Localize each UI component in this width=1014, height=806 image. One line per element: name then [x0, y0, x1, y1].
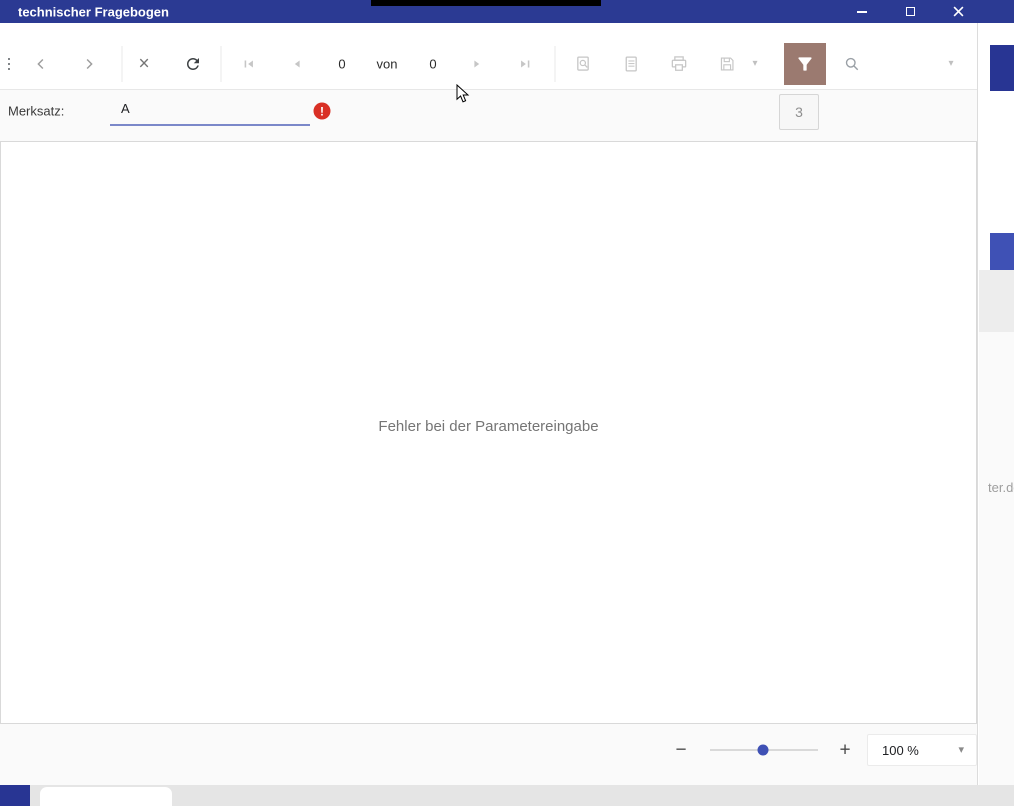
minimize-icon [857, 10, 867, 13]
parameter-count-button[interactable]: 3 [779, 94, 819, 130]
parameter-row: Merksatz: ! 3 [0, 90, 977, 141]
previous-page-icon [294, 60, 300, 68]
background-tab [40, 787, 172, 806]
forward-button[interactable] [80, 55, 98, 73]
minimize-button[interactable] [838, 0, 886, 23]
parameter-error-icon: ! [313, 102, 331, 120]
report-viewer-dialog: ⋮ × 0 von 0 ▾ ▾ Merksatz: A ! 3 Fehler b… [0, 23, 978, 785]
current-page-field[interactable]: 0 [338, 58, 345, 71]
background-url-fragment: ter.de [988, 480, 1014, 495]
maximize-icon [905, 7, 915, 16]
refresh-icon [186, 58, 199, 70]
zoom-slider-thumb[interactable] [757, 744, 769, 756]
filter-button[interactable] [784, 43, 826, 85]
search-icon [845, 57, 859, 71]
chevron-down-icon: ▾ [948, 58, 954, 69]
chevron-left-icon [37, 58, 44, 70]
printer-icon [671, 56, 687, 71]
mouse-cursor [456, 84, 470, 103]
close-icon [953, 6, 963, 17]
search-dropdown-button[interactable]: ▾ [948, 59, 953, 69]
page-setup-button[interactable] [622, 55, 641, 74]
error-message: Fehler bei der Parametereingabe [378, 418, 599, 435]
last-page-button[interactable] [518, 57, 532, 71]
print-preview-icon [577, 56, 589, 71]
kebab-menu-icon: ⋮ [1, 55, 17, 73]
next-page-button[interactable] [470, 57, 484, 71]
toolbar-separator [220, 46, 222, 82]
chevron-down-icon: ▾ [958, 743, 964, 756]
export-save-button[interactable] [718, 55, 737, 74]
background-block-dark [990, 45, 1014, 91]
zoom-in-button[interactable]: + [839, 741, 850, 760]
total-pages-field[interactable]: 0 [429, 58, 436, 71]
close-button[interactable] [934, 0, 982, 23]
previous-page-button[interactable] [290, 57, 304, 71]
search-button[interactable] [843, 55, 861, 73]
window-title: technischer Fragebogen [18, 4, 169, 19]
toolbar-separator [554, 46, 556, 82]
background-black-strip [371, 0, 601, 6]
chevron-right-icon [86, 58, 93, 70]
back-button[interactable] [32, 55, 50, 73]
print-preview-button[interactable] [574, 55, 593, 74]
report-content-area: Fehler bei der Parametereingabe [0, 141, 977, 724]
merksatz-input[interactable] [110, 93, 310, 126]
plus-icon: + [839, 739, 851, 761]
first-page-button[interactable] [242, 57, 256, 71]
background-strip-gray [979, 270, 1014, 332]
zoom-level-select[interactable]: 100 % ▾ [867, 734, 977, 766]
toolbar-separator [121, 46, 123, 82]
background-corner-navy [0, 785, 30, 806]
first-page-icon [244, 60, 253, 68]
pages-of-label: von [376, 56, 398, 72]
zoom-level-value: 100 % [882, 742, 919, 758]
more-menu-button[interactable]: ⋮ [2, 57, 17, 72]
window-controls [838, 0, 982, 23]
cancel-loading-button[interactable]: × [138, 55, 149, 74]
zoom-bar: − + 100 % ▾ [0, 724, 977, 785]
filter-icon [798, 57, 812, 71]
last-page-icon [521, 60, 530, 68]
maximize-button[interactable] [886, 0, 934, 23]
background-app-right: ter.de [979, 23, 1014, 785]
report-toolbar: ⋮ × 0 von 0 ▾ ▾ [0, 23, 977, 90]
background-bottom-strip [0, 785, 1014, 806]
save-icon [720, 57, 734, 71]
next-page-icon [474, 60, 480, 68]
zoom-out-button[interactable]: − [675, 741, 686, 760]
minus-icon: − [675, 739, 687, 761]
app-screen: ter.de technischer Fragebogen ⋮ [0, 0, 1014, 806]
background-block-blue [990, 233, 1014, 270]
chevron-down-icon: ▾ [752, 58, 758, 69]
merksatz-label: Merksatz: [8, 103, 65, 119]
print-button[interactable] [669, 54, 689, 74]
refresh-button[interactable] [184, 55, 202, 73]
export-dropdown-button[interactable]: ▾ [752, 59, 757, 69]
document-icon [625, 56, 637, 72]
close-x-icon: × [138, 53, 150, 75]
